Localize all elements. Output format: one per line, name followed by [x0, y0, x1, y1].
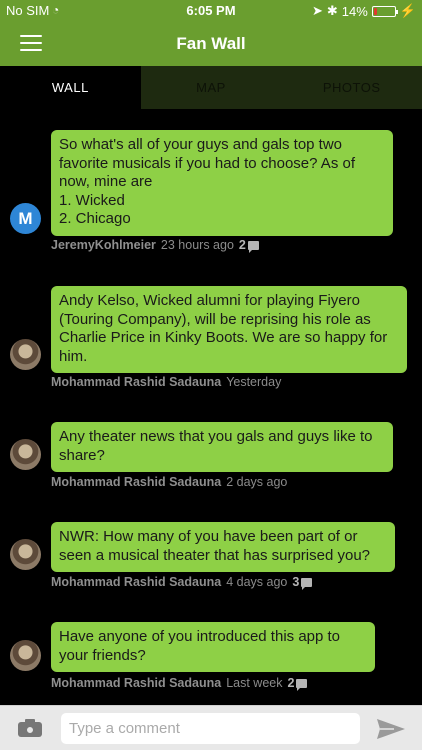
- post-time: 2 days ago: [226, 475, 288, 489]
- comment-icon: [247, 240, 259, 253]
- comment-count-value: 2: [287, 676, 295, 690]
- battery-fill: [373, 7, 377, 15]
- avatar[interactable]: [10, 640, 41, 671]
- avatar[interactable]: [10, 439, 41, 470]
- comment-icon: [296, 678, 308, 691]
- post-bubble[interactable]: NWR: How many of you have been part of o…: [51, 522, 395, 572]
- post-time: 23 hours ago: [160, 238, 234, 252]
- post-meta: Mohammad Rashid Sadauna Yesterday: [51, 375, 281, 389]
- nav-bar: Fan Wall: [0, 22, 422, 66]
- comment-count[interactable]: 2: [238, 238, 259, 253]
- wall-feed[interactable]: So what's all of your guys and gals top …: [0, 109, 422, 705]
- post-author[interactable]: Mohammad Rashid Sadauna: [51, 676, 221, 690]
- avatar[interactable]: [10, 539, 41, 570]
- post-time: Last week: [226, 676, 283, 690]
- post-bubble[interactable]: Have anyone of you introduced this app t…: [51, 622, 375, 672]
- charging-icon: ⚡: [399, 3, 416, 18]
- post-author[interactable]: Mohammad Rashid Sadauna: [51, 475, 221, 489]
- post-bubble[interactable]: Any theater news that you gals and guys …: [51, 422, 393, 472]
- post-author[interactable]: Mohammad Rashid Sadauna: [51, 575, 221, 589]
- location-icon: ➤: [311, 3, 323, 18]
- post-author[interactable]: Mohammad Rashid Sadauna: [51, 375, 221, 389]
- send-icon: [377, 719, 405, 739]
- tab-wall[interactable]: WALL: [0, 66, 141, 109]
- post-bubble[interactable]: So what's all of your guys and gals top …: [51, 130, 393, 236]
- status-bar: No SIM ◔ 6:05 PM ➤ ✱ 14% ⚡: [0, 0, 422, 22]
- tab-bar: WALL MAP PHOTOS: [0, 66, 422, 109]
- post-time: 4 days ago: [226, 575, 288, 589]
- post-author[interactable]: JeremyKohlmeier: [51, 238, 156, 252]
- post-meta: Mohammad Rashid Sadauna Last week 2: [51, 676, 308, 691]
- comment-count-value: 3: [292, 575, 300, 589]
- comment-count[interactable]: 3: [292, 575, 313, 590]
- comment-icon: [301, 577, 313, 590]
- camera-button[interactable]: [18, 718, 42, 737]
- bluetooth-icon: ✱: [326, 3, 338, 18]
- battery-icon: [371, 5, 398, 17]
- post-meta: Mohammad Rashid Sadauna 4 days ago 3: [51, 575, 313, 590]
- post-time: Yesterday: [226, 375, 282, 389]
- battery-percent: 14%: [341, 3, 368, 19]
- camera-icon-lens: [25, 725, 35, 735]
- post-bubble[interactable]: Andy Kelso, Wicked alumni for playing Fi…: [51, 286, 407, 373]
- comment-input[interactable]: [61, 713, 360, 744]
- send-button[interactable]: [376, 718, 406, 740]
- comment-count[interactable]: 2: [287, 676, 308, 691]
- tab-map[interactable]: MAP: [141, 66, 282, 109]
- post-meta: Mohammad Rashid Sadauna 2 days ago: [51, 475, 287, 489]
- status-right: ➤ ✱ 14% ⚡: [312, 3, 416, 19]
- tab-photos[interactable]: PHOTOS: [281, 66, 422, 109]
- post-meta: JeremyKohlmeier 23 hours ago 2: [51, 238, 259, 253]
- avatar[interactable]: [10, 339, 41, 370]
- avatar[interactable]: M: [10, 203, 41, 234]
- comment-count-value: 2: [238, 238, 246, 252]
- comment-composer: [0, 705, 422, 750]
- page-title: Fan Wall: [176, 34, 246, 53]
